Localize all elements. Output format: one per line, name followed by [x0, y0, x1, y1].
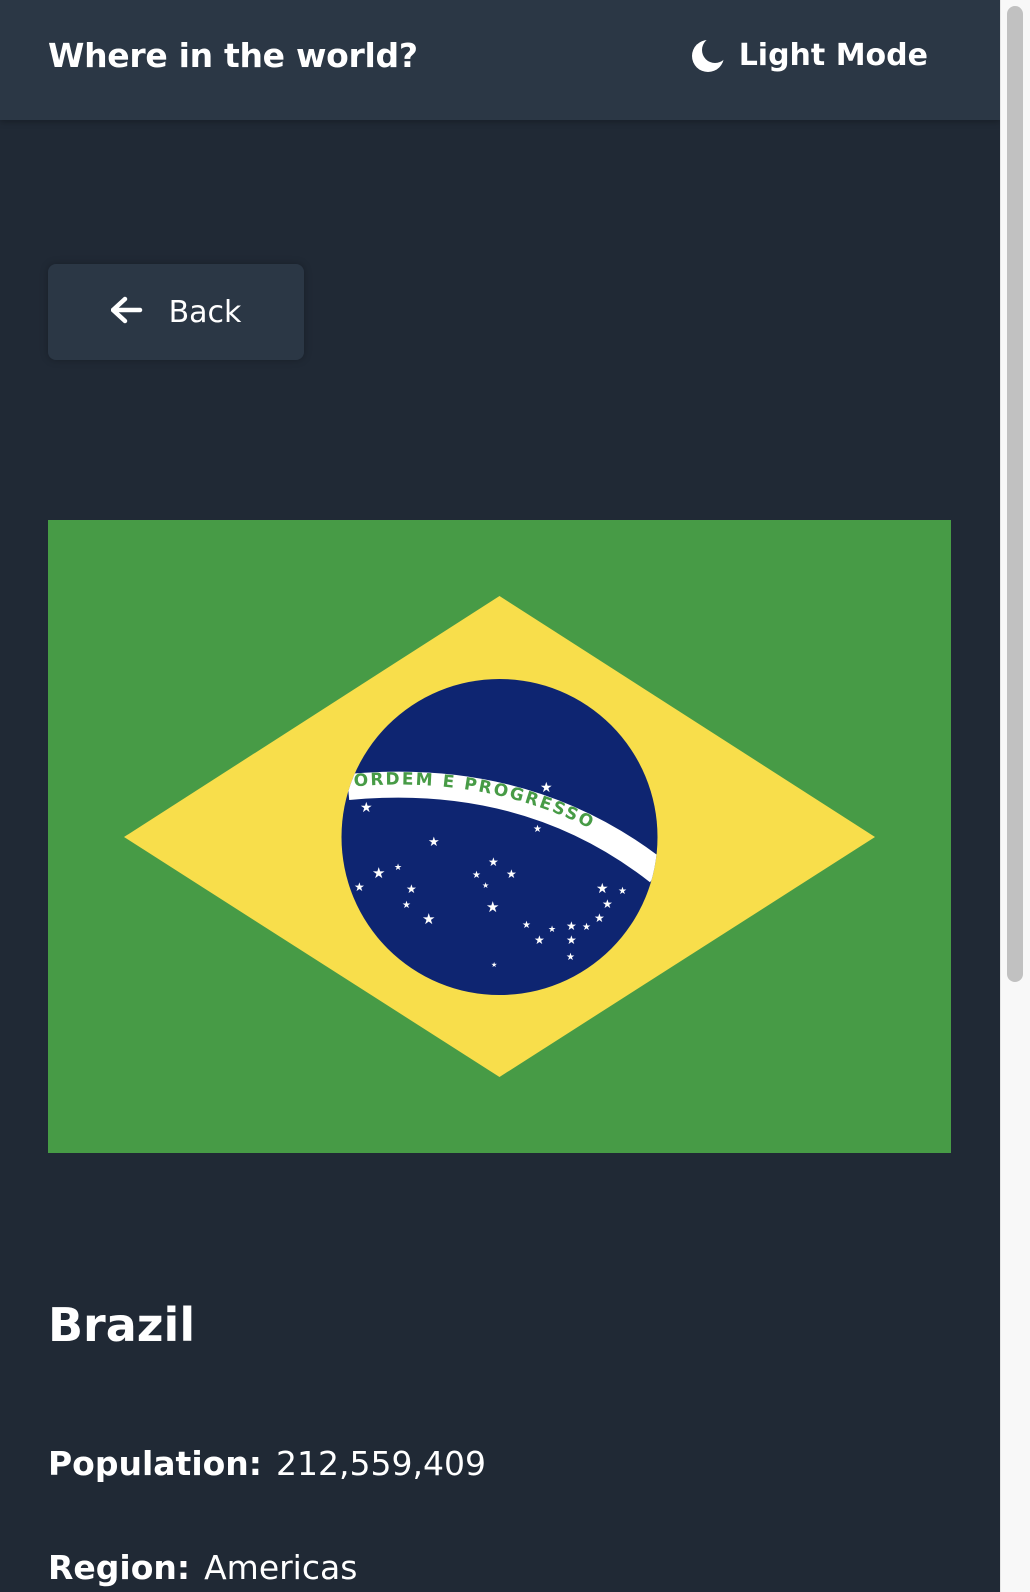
svg-text:★: ★ [522, 920, 531, 931]
svg-text:★: ★ [360, 800, 373, 816]
svg-text:★: ★ [596, 881, 609, 897]
country-name: Brazil [48, 1298, 196, 1352]
svg-text:★: ★ [618, 886, 627, 897]
svg-text:★: ★ [372, 864, 385, 882]
detail-value: 212,559,409 [276, 1444, 486, 1483]
svg-text:★: ★ [534, 933, 545, 947]
svg-text:★: ★ [402, 900, 411, 911]
svg-text:★: ★ [482, 881, 489, 890]
detail-value: Americas [204, 1548, 358, 1587]
theme-toggle-label: Light Mode [738, 38, 928, 73]
svg-text:★: ★ [594, 911, 605, 925]
svg-text:★: ★ [394, 863, 402, 873]
svg-text:★: ★ [428, 835, 440, 850]
svg-text:★: ★ [486, 898, 499, 916]
detail-population: Population: 212,559,409 [48, 1444, 486, 1483]
detail-label: Population: [48, 1444, 263, 1483]
page: Where in the world? Light Mode Back ORDE… [0, 0, 1000, 1592]
theme-toggle-button[interactable]: Light Mode [691, 38, 928, 73]
back-label: Back [168, 294, 242, 330]
svg-text:★: ★ [566, 919, 577, 933]
svg-text:★: ★ [406, 882, 417, 896]
svg-text:★: ★ [533, 824, 542, 835]
svg-text:★: ★ [488, 855, 499, 869]
svg-text:★: ★ [566, 952, 575, 963]
scrollbar-thumb[interactable] [1007, 6, 1023, 982]
svg-text:★: ★ [582, 922, 591, 933]
site-title: Where in the world? [48, 36, 418, 75]
arrow-left-icon [110, 296, 143, 328]
svg-text:★: ★ [602, 897, 613, 911]
detail-region: Region: Americas [48, 1548, 357, 1587]
svg-text:★: ★ [422, 910, 435, 928]
moon-icon [691, 39, 725, 73]
back-button[interactable]: Back [48, 264, 304, 360]
svg-text:★: ★ [506, 867, 517, 881]
top-bar: Where in the world? Light Mode [0, 0, 1000, 120]
brazil-flag: ORDEM E PROGRESSO ★ ★ ★ ★ ★ ★ ★ ★ ★ ★ ★ … [48, 520, 951, 1153]
svg-text:★: ★ [354, 880, 365, 894]
svg-text:★: ★ [472, 870, 481, 881]
svg-text:★: ★ [491, 961, 497, 969]
svg-text:★: ★ [540, 780, 553, 796]
svg-text:★: ★ [566, 933, 577, 947]
detail-label: Region: [48, 1548, 191, 1587]
svg-text:★: ★ [548, 925, 556, 935]
